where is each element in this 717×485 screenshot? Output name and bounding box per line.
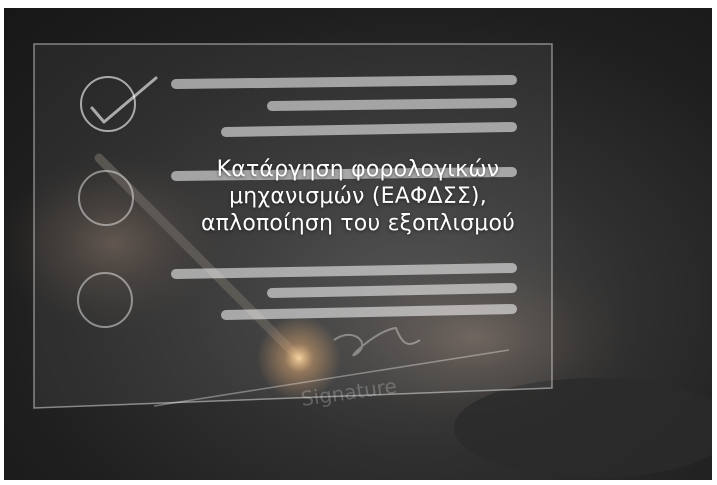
hero-background-illustration: Signature [4,43,712,478]
hero-title-line: μηχανισμών (ΕΑΦΔΣΣ), [229,184,487,209]
hero-title-line: απλοποίηση του εξοπλισμού [200,211,516,236]
hero-image: Signature Κατάργηση φορολογικών μηχανισμ… [4,8,712,480]
hero-title-line: Κατάργηση φορολογικών [216,157,500,182]
hero-title: Κατάργηση φορολογικών μηχανισμών (ΕΑΦΔΣΣ… [108,156,608,237]
